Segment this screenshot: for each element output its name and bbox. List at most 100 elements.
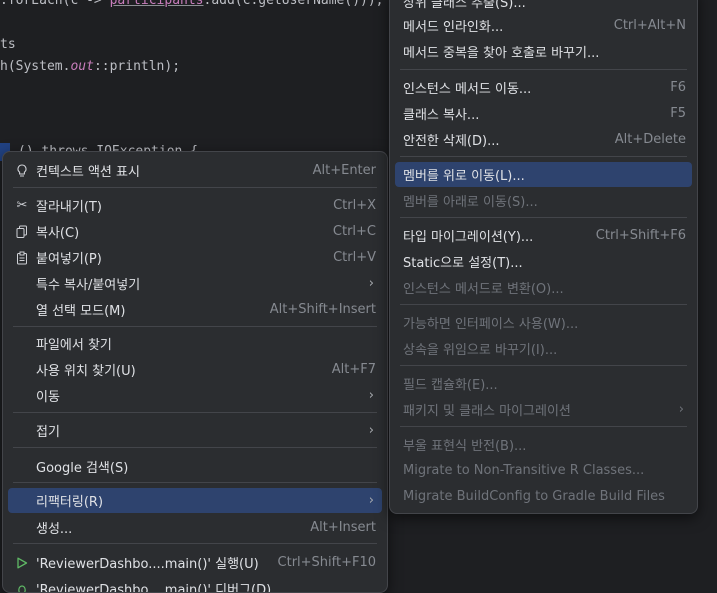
menu-item-shortcut: Alt+Shift+Insert [270,302,376,317]
menu-item-replace-inheritance[interactable]: 상속을 위임으로 바꾸기(I)... [395,336,692,361]
paste-icon [14,250,30,266]
code-line: h(System.out::println); [0,58,180,76]
menu-item-pull-members-up[interactable]: 멤버를 위로 이동(L)... [395,162,692,187]
menu-item-copy[interactable]: 복사(C) Ctrl+C [8,219,382,244]
menu-item-label: 생성... [36,518,72,537]
menu-item-column-selection-mode[interactable]: 열 선택 모드(M) Alt+Shift+Insert [8,297,382,322]
menu-item-shortcut: Alt+F7 [332,362,376,377]
menu-separator [400,304,687,305]
menu-item-run-main[interactable]: 'ReviewerDashbo....main()' 실행(U) Ctrl+Sh… [8,550,382,575]
menu-item-invert-boolean[interactable]: 부울 표현식 반전(B)... [395,432,692,457]
menu-item-label: 이동 [36,386,60,405]
menu-item-copy-class[interactable]: 클래스 복사... F5 [395,101,692,126]
code-field: out [70,59,93,74]
menu-item-cut[interactable]: ✂ 잘라내기(T) Ctrl+X [8,193,382,218]
menu-item-label: 인스턴스 메서드 이동... [403,78,531,97]
menu-item-label: Google 검색(S) [36,457,128,476]
menu-item-shortcut: Ctrl+X [333,198,376,213]
menu-item-label: Migrate to Non-Transitive R Classes... [403,463,644,478]
menu-item-folding[interactable]: 접기 › [8,418,382,443]
menu-item-shortcut: Ctrl+Shift+F10 [278,555,376,570]
menu-item-shortcut: Ctrl+Shift+F6 [596,228,686,243]
menu-item-find-usages[interactable]: 사용 위치 찾기(U) Alt+F7 [8,357,382,382]
menu-item-shortcut: Ctrl+V [333,250,376,265]
chevron-right-icon: › [369,493,374,508]
menu-item-type-migration[interactable]: 타입 마이그레이션(Y)... Ctrl+Shift+F6 [395,223,692,248]
menu-item-migrate-r-classes[interactable]: Migrate to Non-Transitive R Classes... [395,458,692,483]
menu-item-label: 안전한 삭제(D)... [403,130,499,149]
menu-item-encapsulate-fields[interactable]: 필드 캡슐화(E)... [395,371,692,396]
menu-item-shortcut: F5 [670,106,686,121]
chevron-right-icon: › [369,276,374,291]
menu-item-label: 메서드 중복을 찾아 호출로 바꾸기... [403,42,599,61]
menu-item-shortcut: Alt+Delete [615,132,686,147]
chevron-right-icon: › [679,402,684,417]
menu-separator [13,543,377,544]
chevron-right-icon: › [369,388,374,403]
menu-item-replace-duplicates[interactable]: 메서드 중복을 찾아 호출로 바꾸기... [395,39,692,64]
menu-item-label: 메서드 인라인화... [403,16,503,35]
menu-item-label: Migrate BuildConfig to Gradle Build File… [403,489,665,504]
menu-item-label: 열 선택 모드(M) [36,300,125,319]
menu-item-shortcut: F6 [670,80,686,95]
menu-item-shortcut: Ctrl+Alt+N [614,18,686,33]
menu-separator [400,217,687,218]
menu-separator [400,69,687,70]
menu-item-label: 'ReviewerDashbo....main()' 디버그(D) [36,579,271,593]
editor-context-menu: 컨텍스트 액션 표시 Alt+Enter ✂ 잘라내기(T) Ctrl+X 복사… [2,151,388,593]
menu-separator [400,156,687,157]
menu-item-label: Static으로 설정(T)... [403,252,523,271]
run-icon [14,555,30,571]
menu-item-convert-to-instance-method[interactable]: 인스턴스 메서드로 변환(O)... [395,275,692,300]
refactor-submenu: 상위 클래스 추출(S)... 메서드 인라인화... Ctrl+Alt+N 메… [389,0,698,514]
menu-item-label: 타입 마이그레이션(Y)... [403,226,533,245]
menu-item-label: 클래스 복사... [403,104,479,123]
menu-item-push-members-down[interactable]: 멤버를 아래로 이동(S)... [395,188,692,213]
menu-separator [400,365,687,366]
menu-item-show-context-actions[interactable]: 컨텍스트 액션 표시 Alt+Enter [8,158,382,183]
code-line: .forEach(c -> participants.add(c.getUser… [0,0,384,10]
menu-item-label: 파일에서 찾기 [36,334,112,353]
menu-separator [400,426,687,427]
lightbulb-icon [14,163,30,179]
menu-item-refactor[interactable]: 리팩터링(R) › [8,488,382,513]
chevron-right-icon: › [369,423,374,438]
menu-item-paste-special[interactable]: 특수 복사/붙여넣기 › [8,271,382,296]
menu-item-label: 멤버를 아래로 이동(S)... [403,191,538,210]
menu-item-label: 상속을 위임으로 바꾸기(I)... [403,339,557,358]
menu-item-google-search[interactable]: Google 검색(S) [8,454,382,479]
menu-item-generate[interactable]: 생성... Alt+Insert [8,515,382,540]
menu-item-label: 인스턴스 메서드로 변환(O)... [403,278,564,297]
menu-item-migrate-buildconfig[interactable]: Migrate BuildConfig to Gradle Build File… [395,484,692,509]
menu-item-paste[interactable]: 붙여넣기(P) Ctrl+V [8,245,382,270]
menu-item-shortcut: Alt+Enter [313,163,376,178]
menu-item-debug-main[interactable]: 'ReviewerDashbo....main()' 디버그(D) [8,576,382,593]
menu-item-use-interface[interactable]: 가능하면 인터페이스 사용(W)... [395,310,692,335]
menu-item-label: 복사(C) [36,222,79,241]
code-line: ts [0,36,16,54]
menu-item-extract-superclass[interactable]: 상위 클래스 추출(S)... [395,0,692,14]
code-text: .forEach(c -> [0,0,110,8]
menu-item-shortcut: Alt+Insert [310,520,376,535]
menu-item-label: 가능하면 인터페이스 사용(W)... [403,313,578,332]
menu-item-label: 필드 캡슐화(E)... [403,374,498,393]
menu-item-label: 'ReviewerDashbo....main()' 실행(U) [36,553,259,572]
menu-item-safe-delete[interactable]: 안전한 삭제(D)... Alt+Delete [395,127,692,152]
code-field: participants [110,0,204,8]
menu-separator [13,412,377,413]
menu-item-move-instance-method[interactable]: 인스턴스 메서드 이동... F6 [395,75,692,100]
debug-icon [14,581,30,593]
menu-separator [13,482,377,483]
menu-separator [13,326,377,327]
menu-item-inline-method[interactable]: 메서드 인라인화... Ctrl+Alt+N [395,13,692,38]
menu-item-label: 패키지 및 클래스 마이그레이션 [403,400,571,419]
menu-separator [13,447,377,448]
menu-item-label: 잘라내기(T) [36,196,102,215]
menu-item-go-to[interactable]: 이동 › [8,383,382,408]
menu-item-label: 리팩터링(R) [36,491,103,510]
menu-item-label: 사용 위치 찾기(U) [36,360,136,379]
menu-item-label: 접기 [36,421,60,440]
menu-item-find-in-files[interactable]: 파일에서 찾기 [8,331,382,356]
menu-item-make-static[interactable]: Static으로 설정(T)... [395,249,692,274]
menu-item-migrate-packages[interactable]: 패키지 및 클래스 마이그레이션 › [395,397,692,422]
